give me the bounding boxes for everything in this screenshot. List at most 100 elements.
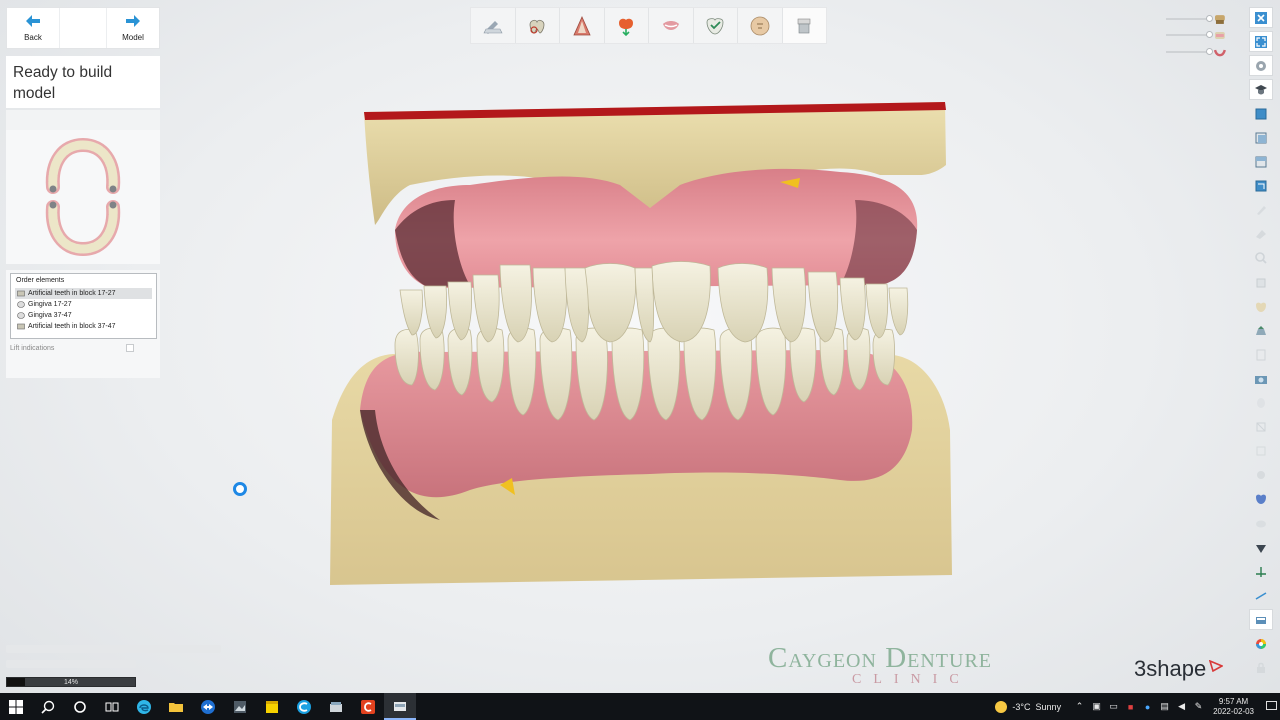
tooth-faded-button[interactable] [1249,296,1273,317]
order-item[interactable]: Artificial teeth in block 17-27 [15,288,152,299]
photo-app-button[interactable] [224,693,256,720]
slider-knob[interactable] [1206,48,1214,55]
tray-icons: ⌃ ▣ ▭ ■ ● ▤ ◀ ✎ [1071,693,1207,720]
tool-scan-edit[interactable] [471,8,516,43]
close-icon [1255,11,1267,24]
c-red-app-button[interactable] [352,693,384,720]
settings-button[interactable] [1249,55,1273,77]
tooth-cross-button[interactable] [1249,417,1273,438]
view-front-icon [1255,108,1267,120]
c-app-button[interactable] [288,693,320,720]
measure-icon [1255,592,1267,600]
cube-faded-icon [1256,278,1266,288]
tool-tooth-setup[interactable] [516,8,560,43]
windows-logo-icon [9,699,23,714]
tool-model-base[interactable] [782,8,826,43]
photo-app-icon [234,700,246,713]
lift-indications-checkbox[interactable] [126,344,134,352]
edge-icon [137,699,151,714]
model-button-rt[interactable] [1249,320,1273,341]
tooth-blue-button[interactable] [1249,489,1273,510]
slider-knob[interactable] [1206,31,1214,38]
gingiva-shape-icon [573,15,591,35]
task-view-button[interactable] [96,693,128,720]
triangle-icon [1256,544,1266,553]
teamviewer-button[interactable] [192,693,224,720]
tool-tooth-shield[interactable] [694,8,738,43]
view-top-button[interactable] [1249,152,1273,173]
tooth-outline-button[interactable] [1249,441,1273,462]
edge-button[interactable] [128,693,160,720]
color-wheel-icon [1256,638,1266,649]
tool-gingiva[interactable] [560,8,605,43]
cortana-button[interactable] [64,693,96,720]
order-item[interactable]: Artificial teeth in block 37-47 [15,321,152,332]
3shape-triangle-icon [1209,660,1224,672]
back-button[interactable]: Back [7,8,59,48]
view-top-icon [1255,156,1267,168]
order-elements-title: Order elements [16,277,65,284]
order-item[interactable]: Gingiva 17-27 [15,299,152,310]
network-app-icon[interactable]: ▣ [1088,693,1105,720]
order-item[interactable]: Gingiva 37-47 [15,310,152,321]
gingiva-slider[interactable] [1166,45,1226,59]
display-icon[interactable]: ▭ [1105,693,1122,720]
model-button[interactable]: Model [107,8,159,48]
search-button[interactable] [32,693,64,720]
view-front-button[interactable] [1249,103,1273,124]
app-tray-icon[interactable]: ■ [1122,693,1139,720]
speaker-icon[interactable]: ◀ [1173,693,1190,720]
magnifier-icon [1255,252,1267,265]
view-3d-button[interactable] [1249,176,1273,197]
mouse-cursor-indicator [233,482,247,496]
file-explorer-button[interactable] [160,693,192,720]
dental-arch-chart[interactable] [6,130,160,264]
3shape-model-button[interactable] [320,693,352,720]
start-button[interactable] [0,693,32,720]
fullscreen-icon [1255,35,1267,48]
brush-button[interactable] [1249,200,1273,221]
camera-button[interactable] [1249,368,1273,389]
slider-track [1166,15,1214,22]
tool-face-profile[interactable] [738,8,783,43]
tutorial-button[interactable] [1249,79,1273,101]
network-icon[interactable]: ▤ [1156,693,1173,720]
app-tray-icon[interactable]: ● [1139,693,1156,720]
brush-icon [1257,206,1266,216]
scan-edit-icon [483,20,503,34]
lock-button[interactable] [1249,658,1273,679]
upper-model-slider[interactable] [1166,12,1226,26]
slider-knob[interactable] [1206,15,1214,22]
close-button[interactable] [1249,7,1273,28]
denture-3d-model[interactable] [320,90,970,600]
fullscreen-button[interactable] [1249,31,1273,53]
triangle-button[interactable] [1249,537,1273,558]
measure-button[interactable] [1249,585,1273,606]
order-elements-list: Order elements Artificial teeth in block… [10,273,157,339]
weather-widget[interactable]: -3°C Sunny [995,700,1061,713]
dental-app-button[interactable] [384,693,416,720]
language-icon[interactable]: ✎ [1190,693,1207,720]
notification-button[interactable] [1262,693,1280,720]
gingiva-button[interactable] [1249,465,1273,486]
ruler-button[interactable] [1249,344,1273,365]
magnifier-button[interactable] [1249,248,1273,269]
chevron-up-icon[interactable]: ⌃ [1071,693,1088,720]
face-button[interactable] [1249,393,1273,414]
tool-faded-button[interactable] [1249,224,1273,245]
teeth-box-button[interactable] [1249,609,1273,631]
tool-smile[interactable] [649,8,694,43]
cloud-button[interactable] [1249,513,1273,534]
tool-tooth-color[interactable] [605,8,649,43]
notification-icon [1265,701,1277,710]
view-side-button[interactable] [1249,127,1273,148]
smile-lips-icon [662,20,679,30]
axis-button[interactable] [1249,561,1273,582]
sticky-notes-button[interactable] [256,693,288,720]
color-wheel-button[interactable] [1249,633,1273,654]
blurred-status-line [6,645,221,653]
teeth-slider[interactable] [1166,28,1226,42]
cube-button[interactable] [1249,272,1273,293]
system-clock[interactable]: 9:57 AM 2022-02-03 [1213,697,1254,717]
system-tray: -3°C Sunny ⌃ ▣ ▭ ■ ● ▤ ◀ ✎ 9:57 AM 2022-… [995,693,1280,720]
